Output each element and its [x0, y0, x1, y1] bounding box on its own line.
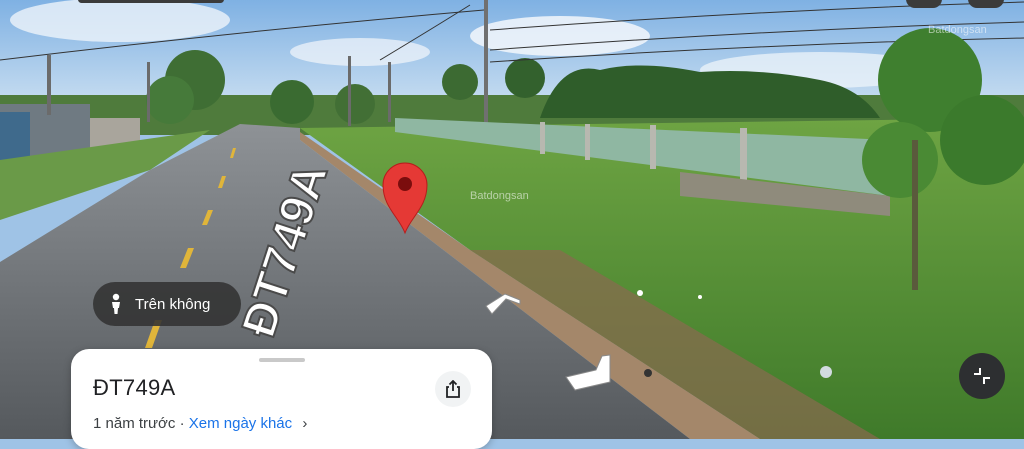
top-right-control-2[interactable] — [968, 0, 1004, 8]
chevron-right-icon: › — [302, 415, 308, 432]
aerial-view-button[interactable]: Trên không — [93, 282, 241, 326]
capture-date: 1 năm trước — [93, 415, 176, 432]
collapse-icon — [974, 368, 990, 384]
drag-handle[interactable] — [259, 358, 305, 362]
other-dates-link[interactable]: Xem ngày khác — [189, 415, 292, 432]
share-icon — [446, 380, 460, 398]
top-controls-bar[interactable] — [78, 0, 224, 3]
watermark: Batdongsan — [470, 190, 529, 202]
separator: · — [179, 415, 185, 432]
location-info-card[interactable]: ĐT749A 1 năm trước · Xem ngày khác › — [71, 349, 492, 449]
capture-date-row: 1 năm trước · Xem ngày khác › — [93, 415, 307, 432]
person-icon — [107, 293, 125, 315]
location-title: ĐT749A — [93, 375, 176, 400]
share-button[interactable] — [435, 371, 471, 407]
watermark-top: Batdongsan — [928, 24, 987, 36]
exit-fullscreen-button[interactable] — [959, 353, 1005, 399]
aerial-view-label: Trên không — [135, 295, 211, 313]
top-right-control-1[interactable] — [906, 0, 942, 8]
